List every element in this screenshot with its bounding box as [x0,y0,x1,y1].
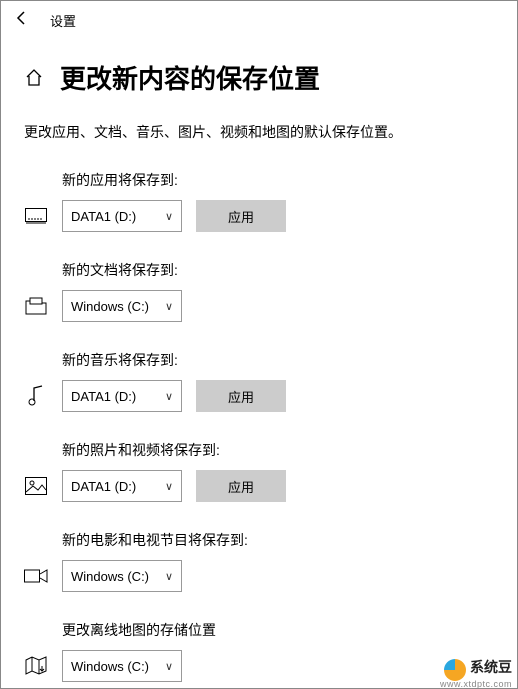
maps-drive-dropdown[interactable]: Windows (C:) ∨ [62,650,182,682]
watermark-url: www.xtdptc.com [440,679,512,689]
chevron-down-icon: ∨ [165,210,173,223]
photos-label: 新的照片和视频将保存到: [0,440,518,460]
movies-drive-dropdown[interactable]: Windows (C:) ∨ [62,560,182,592]
music-apply-button[interactable]: 应用 [196,380,286,412]
music-label: 新的音乐将保存到: [0,350,518,370]
apps-drive-dropdown[interactable]: DATA1 (D:) ∨ [62,200,182,232]
documents-icon [24,294,48,318]
chevron-down-icon: ∨ [165,480,173,493]
docs-drive-value: Windows (C:) [71,299,149,314]
maps-icon [24,654,48,678]
apps-apply-button[interactable]: 应用 [196,200,286,232]
watermark-logo-icon [444,659,466,681]
apps-icon [24,204,48,228]
home-icon[interactable] [24,68,44,88]
chevron-down-icon: ∨ [165,300,173,313]
page-title: 更改新内容的保存位置 [60,59,320,96]
chevron-down-icon: ∨ [165,390,173,403]
maps-drive-value: Windows (C:) [71,659,149,674]
music-icon [24,384,48,408]
apps-drive-value: DATA1 (D:) [71,209,136,224]
photos-drive-dropdown[interactable]: DATA1 (D:) ∨ [62,470,182,502]
maps-label: 更改离线地图的存储位置 [0,620,518,640]
photos-drive-value: DATA1 (D:) [71,479,136,494]
watermark: 系统豆 www.xtdptc.com [444,657,512,683]
docs-drive-dropdown[interactable]: Windows (C:) ∨ [62,290,182,322]
page-description: 更改应用、文档、音乐、图片、视频和地图的默认保存位置。 [0,96,518,142]
movies-drive-value: Windows (C:) [71,569,149,584]
movies-label: 新的电影和电视节目将保存到: [0,530,518,550]
window-title: 设置 [50,11,76,30]
video-icon [24,564,48,588]
back-button[interactable] [12,10,32,31]
music-drive-value: DATA1 (D:) [71,389,136,404]
apps-label: 新的应用将保存到: [0,170,518,190]
watermark-text: 系统豆 [470,659,512,675]
photos-icon [24,474,48,498]
music-drive-dropdown[interactable]: DATA1 (D:) ∨ [62,380,182,412]
chevron-down-icon: ∨ [165,570,173,583]
chevron-down-icon: ∨ [165,660,173,673]
photos-apply-button[interactable]: 应用 [196,470,286,502]
docs-label: 新的文档将保存到: [0,260,518,280]
